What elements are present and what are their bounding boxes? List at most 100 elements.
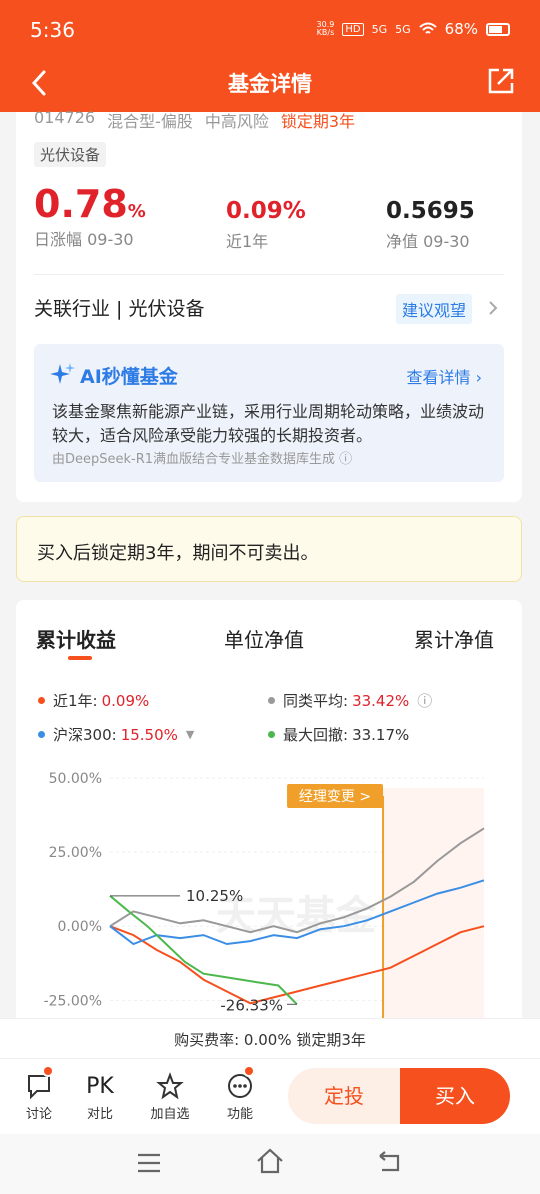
legend-dot bbox=[38, 731, 45, 738]
legend-fund-label: 近1年: bbox=[53, 692, 98, 710]
share-icon[interactable] bbox=[486, 66, 516, 96]
function-label: 功能 bbox=[226, 1107, 253, 1122]
daily-change-label: 日涨幅 09-30 bbox=[34, 230, 134, 249]
star-icon bbox=[145, 1071, 195, 1101]
status-time: 5:36 bbox=[30, 18, 75, 42]
year-return-label: 近1年 bbox=[226, 232, 269, 251]
daily-change-value: 0.78 bbox=[34, 182, 128, 226]
legend-dot bbox=[268, 697, 275, 704]
more-icon bbox=[215, 1071, 265, 1101]
back-nav-icon[interactable] bbox=[376, 1150, 404, 1174]
ai-source-label: 由DeepSeek-R1满血版结合专业基金数据库生成 bbox=[52, 452, 336, 467]
chevron-right-icon[interactable] bbox=[488, 300, 498, 316]
low-annotation: -26.33% bbox=[220, 996, 283, 1014]
year-return: 0.09% 近1年 bbox=[226, 198, 306, 252]
info-icon[interactable]: ⓘ bbox=[339, 452, 352, 467]
signal-5g-icon-2: 5G bbox=[395, 22, 411, 36]
chat-icon bbox=[14, 1071, 64, 1101]
daily-change: 0.78% 日涨幅 09-30 bbox=[34, 182, 146, 250]
y-tick-label: 25.00% bbox=[49, 845, 102, 861]
hd-icon: HD bbox=[342, 22, 364, 36]
legend-peer-value: 33.42% bbox=[352, 691, 410, 710]
signal-5g-icon: 5G bbox=[371, 22, 388, 36]
buy-button[interactable]: 买入 bbox=[400, 1068, 510, 1124]
legend-drawdown: 最大回撤: 33.17% bbox=[268, 724, 409, 745]
battery-icon bbox=[486, 22, 510, 36]
y-tick-label: 0.00% bbox=[58, 919, 102, 935]
divider bbox=[34, 274, 504, 275]
legend-fund: 近1年: 0.09% bbox=[38, 690, 149, 711]
high-annotation: 10.25% bbox=[186, 887, 243, 905]
legend-fund-value: 0.09% bbox=[101, 691, 150, 710]
ai-source: 由DeepSeek-R1满血版结合专业基金数据库生成 ⓘ bbox=[52, 448, 352, 467]
ai-title: AI秒懂基金 bbox=[80, 366, 178, 388]
daily-change-unit: % bbox=[127, 201, 146, 222]
fund-category: 混合型-偏股 bbox=[107, 112, 193, 131]
fund-code: 014726 bbox=[34, 108, 96, 127]
tab-cumulative-return[interactable]: 累计收益 bbox=[36, 624, 116, 653]
function-button[interactable]: 功能 bbox=[215, 1065, 265, 1122]
ai-summary-box: AI秒懂基金 查看详情 › 该基金聚焦新能源产业链，采用行业周期轮动策略，业绩波… bbox=[34, 344, 504, 482]
battery-level: 68% bbox=[444, 20, 478, 38]
system-nav-bar bbox=[0, 1134, 540, 1194]
legend-dot bbox=[38, 697, 45, 704]
legend-drawdown-label: 最大回撤: bbox=[283, 726, 349, 744]
nav-label: 净值 09-30 bbox=[386, 232, 470, 251]
ai-description: 该基金聚焦新能源产业链，采用行业周期轮动策略，业绩波动较大，适合风险承受能力较强… bbox=[52, 402, 485, 445]
y-tick-label: -25.00% bbox=[44, 993, 102, 1009]
discussion-label: 讨论 bbox=[25, 1107, 52, 1122]
manager-change-label: 经理变更 > bbox=[299, 789, 371, 805]
nav: 0.5695 净值 09-30 bbox=[386, 198, 475, 252]
related-industry[interactable]: 关联行业 | 光伏设备 bbox=[34, 294, 204, 321]
fee-text: 购买费率: 0.00% 锁定期3年 bbox=[174, 1031, 366, 1049]
notification-badge bbox=[42, 1065, 54, 1077]
legend-index-value: 15.50% bbox=[120, 725, 178, 744]
add-watchlist-label: 加自选 bbox=[150, 1107, 190, 1122]
fund-meta: 014726 混合型-偏股 中高风险 锁定期3年 bbox=[34, 108, 355, 132]
fee-bar: 购买费率: 0.00% 锁定期3年 bbox=[0, 1018, 540, 1058]
page-title: 基金详情 bbox=[228, 72, 312, 96]
header: 基金详情 bbox=[0, 58, 540, 112]
suggest-badge[interactable]: 建议观望 bbox=[396, 294, 473, 324]
auto-invest-button[interactable]: 定投 bbox=[288, 1068, 400, 1124]
lock-notice-text: 买入后锁定期3年，期间不可卖出。 bbox=[37, 543, 319, 564]
year-return-value: 0.09% bbox=[226, 198, 306, 224]
sector-tag[interactable]: 光伏设备 bbox=[34, 142, 107, 167]
tab-indicator bbox=[68, 656, 92, 660]
ai-detail-label: 查看详情 bbox=[406, 368, 471, 387]
home-icon[interactable] bbox=[256, 1148, 284, 1174]
discussion-button[interactable]: 讨论 bbox=[14, 1065, 64, 1122]
performance-chart[interactable]: 天天基金50.00%25.00%0.00%-25.00%经理变更 >10.25%… bbox=[16, 760, 522, 1030]
legend-peer: 同类平均: 33.42% ⓘ bbox=[268, 690, 432, 711]
menu-icon[interactable] bbox=[136, 1152, 162, 1174]
caret-down-icon[interactable]: ▼ bbox=[186, 728, 194, 741]
legend-dot bbox=[268, 731, 275, 738]
compare-button[interactable]: PK 对比 bbox=[75, 1071, 125, 1123]
legend-drawdown-value: 33.17% bbox=[352, 725, 410, 744]
wifi-icon bbox=[418, 22, 437, 34]
tab-cumulative-nav[interactable]: 累计净值 bbox=[414, 624, 494, 653]
fund-risk: 中高风险 bbox=[204, 112, 269, 131]
nav-value: 0.5695 bbox=[386, 198, 475, 224]
action-bar: 讨论 PK 对比 加自选 功能 定投 买入 bbox=[0, 1058, 540, 1134]
info-icon[interactable]: ⓘ bbox=[417, 690, 432, 711]
legend-index-label: 沪深300: bbox=[53, 726, 117, 744]
legend-peer-label: 同类平均: bbox=[283, 692, 349, 710]
compare-label: 对比 bbox=[86, 1107, 113, 1122]
lock-notice: 买入后锁定期3年，期间不可卖出。 bbox=[16, 516, 522, 582]
status-icons: 30.9 KB/s HD 5G 5G 68% bbox=[317, 20, 510, 38]
performance-chart-card: 累计收益 单位净值 累计净值 近1年: 0.09% 同类平均: 33.42% ⓘ 沪… bbox=[16, 600, 522, 1030]
fund-lock: 锁定期3年 bbox=[280, 112, 356, 131]
status-bar: 5:36 30.9 KB/s HD 5G 5G 68% bbox=[0, 0, 540, 58]
legend-index[interactable]: 沪深300: 15.50% ▼ bbox=[38, 724, 194, 745]
tab-unit-nav[interactable]: 单位净值 bbox=[224, 624, 304, 653]
sparkle-icon bbox=[50, 363, 75, 384]
y-tick-label: 50.00% bbox=[49, 771, 102, 787]
pk-icon: PK bbox=[86, 1073, 114, 1099]
chevron-right-icon: › bbox=[475, 368, 482, 387]
add-watchlist-button[interactable]: 加自选 bbox=[145, 1071, 195, 1122]
network-speed: 30.9 KB/s bbox=[316, 20, 335, 37]
ai-detail-link[interactable]: 查看详情 › bbox=[406, 364, 482, 388]
fund-summary-card: 014726 混合型-偏股 中高风险 锁定期3年 光伏设备 0.78% 日涨幅 … bbox=[16, 108, 522, 502]
notification-badge bbox=[243, 1065, 255, 1077]
